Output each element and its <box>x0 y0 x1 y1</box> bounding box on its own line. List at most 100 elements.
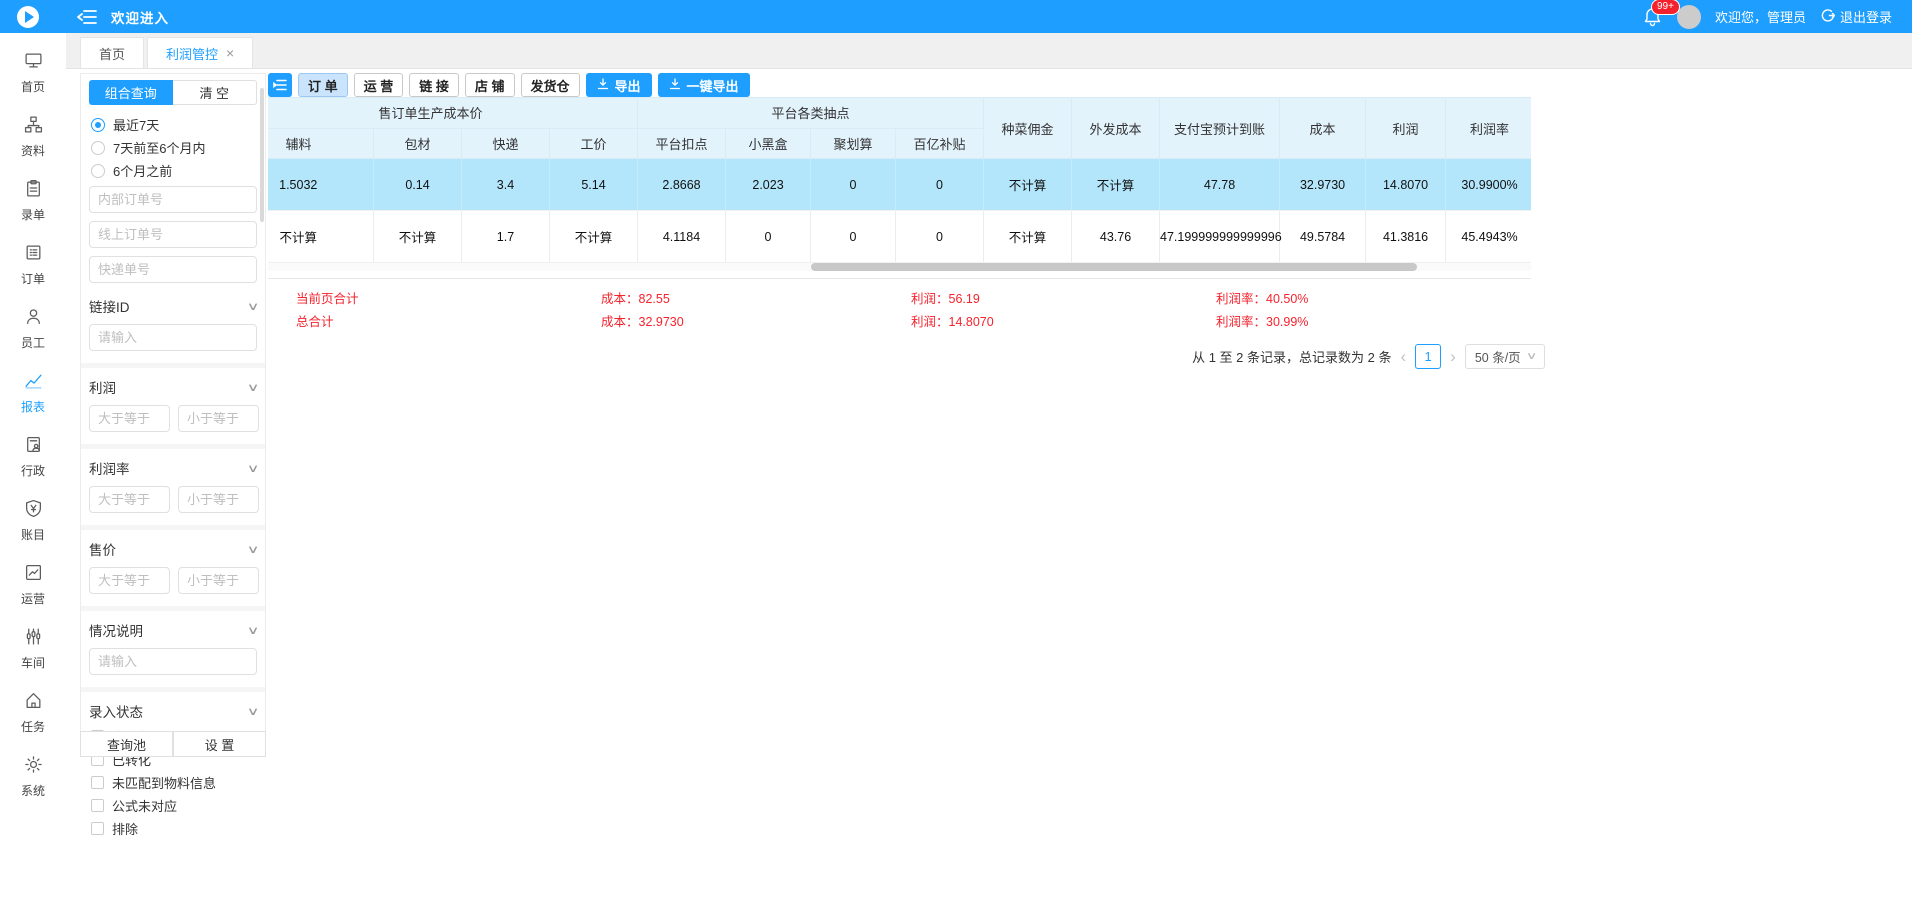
chevron-down-icon: ∨ <box>247 381 260 394</box>
dimension-tab-warehouse[interactable]: 发货仓 <box>521 73 580 97</box>
column-header: 平台扣点 <box>638 128 726 159</box>
sidebar-item-system[interactable]: 系统 <box>0 745 66 809</box>
section-profit[interactable]: 利润 ∨ <box>89 377 257 397</box>
chart-box-icon <box>24 563 43 587</box>
column-header: 种菜佣金 <box>984 98 1072 159</box>
query-pool-button[interactable]: 查询池 <box>80 731 173 757</box>
sidebar-item-operations[interactable]: 运营 <box>0 553 66 617</box>
dimension-tab-shop[interactable]: 店 铺 <box>465 73 515 97</box>
main-content: 组合查询 清 空 最近7天 7天前至6个月内 6个月之前 链接ID ∨ 利润 ∨ <box>66 69 1912 922</box>
profit-table: 售订单生产成本价 平台各类抽点 种菜佣金 外发成本 支付宝预计到账 成本 利润 … <box>268 97 1531 271</box>
chevron-down-icon: ∨ <box>247 624 260 637</box>
profit-min-input[interactable] <box>89 405 170 432</box>
column-header: 成本 <box>1280 98 1366 159</box>
column-header: 小黑盒 <box>726 128 811 159</box>
checkbox-icon <box>91 799 104 812</box>
line-chart-icon <box>24 371 43 395</box>
column-header: 利润 <box>1366 98 1446 159</box>
chevron-down-icon: ∨ <box>247 462 260 475</box>
export-button[interactable]: 导出 <box>586 73 652 97</box>
table-row[interactable]: 1.5032 0.14 3.4 5.14 2.8668 2.023 0 0 不计… <box>268 159 1531 211</box>
online-order-input[interactable] <box>89 221 257 248</box>
prev-page-icon[interactable]: ‹ <box>1400 348 1406 365</box>
page-total-cost: 成本：82.55 <box>601 288 911 307</box>
current-page-button[interactable]: 1 <box>1415 344 1441 369</box>
profit-rate-min-input[interactable] <box>89 486 170 513</box>
next-page-icon[interactable]: › <box>1450 348 1456 365</box>
sidebar-item-reports[interactable]: 报表 <box>0 361 66 425</box>
section-profit-rate[interactable]: 利润率 ∨ <box>89 458 257 478</box>
combined-query-button[interactable]: 组合查询 <box>89 80 173 105</box>
horizontal-scrollbar-track <box>268 263 1531 271</box>
tab-bar: 首页 利润管控 × <box>66 33 1912 69</box>
radio-icon <box>91 164 105 178</box>
grand-total-profit: 利润：14.8070 <box>911 311 1216 330</box>
sidebar-item-accounts[interactable]: 账目 <box>0 489 66 553</box>
price-min-input[interactable] <box>89 567 170 594</box>
section-price[interactable]: 售价 ∨ <box>89 539 257 559</box>
radio-before-6m[interactable]: 6个月之前 <box>89 159 257 182</box>
export-all-button[interactable]: 一键导出 <box>658 73 750 97</box>
sidebar-item-tasks[interactable]: 任务 <box>0 681 66 745</box>
app-logo-icon <box>14 3 41 30</box>
column-header: 工价 <box>550 128 638 159</box>
sidebar-item-workshop[interactable]: 车间 <box>0 617 66 681</box>
settings-button[interactable]: 设 置 <box>173 731 266 757</box>
page-total-profit: 利润：56.19 <box>911 288 1216 307</box>
column-list-icon[interactable] <box>268 73 292 97</box>
filter-panel: 组合查询 清 空 最近7天 7天前至6个月内 6个月之前 链接ID ∨ 利润 ∨ <box>80 73 266 757</box>
sidebar: 首页 资料 录单 订单 员工 报表 行政 账目 运营 车间 任务 系统 <box>0 33 66 922</box>
internal-order-input[interactable] <box>89 186 257 213</box>
column-header: 支付宝预计到账 <box>1160 98 1280 159</box>
checkbox-formula-mismatch[interactable]: 公式未对应 <box>89 794 257 817</box>
user-icon <box>24 307 43 331</box>
sidebar-item-home[interactable]: 首页 <box>0 41 66 105</box>
radio-last-7-days[interactable]: 最近7天 <box>89 113 257 136</box>
tab-profit-control[interactable]: 利润管控 × <box>147 37 253 68</box>
table-row[interactable]: 不计算 不计算 1.7 不计算 4.1184 0 0 0 不计算 43.76 4… <box>268 211 1531 263</box>
checkbox-icon <box>91 776 104 789</box>
filter-scrollbar[interactable] <box>260 88 264 222</box>
sidebar-item-staff[interactable]: 员工 <box>0 297 66 361</box>
price-max-input[interactable] <box>178 567 259 594</box>
page-total-label: 当前页合计 <box>296 288 601 307</box>
sidebar-item-data[interactable]: 资料 <box>0 105 66 169</box>
horizontal-scrollbar-thumb[interactable] <box>811 263 1417 271</box>
column-header: 利润率 <box>1446 98 1531 159</box>
sitemap-icon <box>24 115 43 139</box>
profit-max-input[interactable] <box>178 405 259 432</box>
tab-home[interactable]: 首页 <box>80 37 144 68</box>
column-header: 外发成本 <box>1072 98 1160 159</box>
column-header: 包材 <box>374 128 462 159</box>
logout-button[interactable]: 退出登录 <box>1820 7 1892 26</box>
sidebar-item-orders[interactable]: 订单 <box>0 233 66 297</box>
column-header: 聚划算 <box>811 128 896 159</box>
section-entry-status[interactable]: 录入状态 ∨ <box>89 701 257 721</box>
radio-7d-to-6m[interactable]: 7天前至6个月内 <box>89 136 257 159</box>
pagination: 从 1 至 2 条记录，总记录数为 2 条 ‹ 1 › 50 条/页 ∨ <box>268 344 1545 369</box>
sidebar-item-entry[interactable]: 录单 <box>0 169 66 233</box>
chevron-down-icon: ∨ <box>247 300 260 313</box>
grand-total-cost: 成本：32.9730 <box>601 311 911 330</box>
clear-button[interactable]: 清 空 <box>173 80 258 105</box>
tracking-number-input[interactable] <box>89 256 257 283</box>
section-remark[interactable]: 情况说明 ∨ <box>89 620 257 640</box>
chevron-down-icon: ∨ <box>1525 351 1537 362</box>
notification-bell-icon[interactable]: 99+ <box>1643 7 1663 27</box>
sidebar-collapse-icon[interactable] <box>77 9 97 25</box>
remark-input[interactable] <box>89 648 257 675</box>
dimension-tab-link[interactable]: 链 接 <box>409 73 459 97</box>
dimension-tab-operation[interactable]: 运 营 <box>354 73 404 97</box>
page-size-select[interactable]: 50 条/页 ∨ <box>1465 344 1545 369</box>
checkbox-no-material-match[interactable]: 未匹配到物料信息 <box>89 771 257 794</box>
monitor-icon <box>24 51 43 75</box>
checkbox-excluded[interactable]: 排除 <box>89 817 257 840</box>
section-link-id[interactable]: 链接ID ∨ <box>89 296 257 316</box>
profit-rate-max-input[interactable] <box>178 486 259 513</box>
sidebar-item-admin[interactable]: 行政 <box>0 425 66 489</box>
topbar: 欢迎进入 99+ 欢迎您，管理员 退出登录 <box>0 0 1912 33</box>
close-icon[interactable]: × <box>226 45 234 61</box>
link-id-input[interactable] <box>89 324 257 351</box>
avatar[interactable] <box>1677 5 1701 29</box>
dimension-tab-order[interactable]: 订 单 <box>298 73 348 97</box>
